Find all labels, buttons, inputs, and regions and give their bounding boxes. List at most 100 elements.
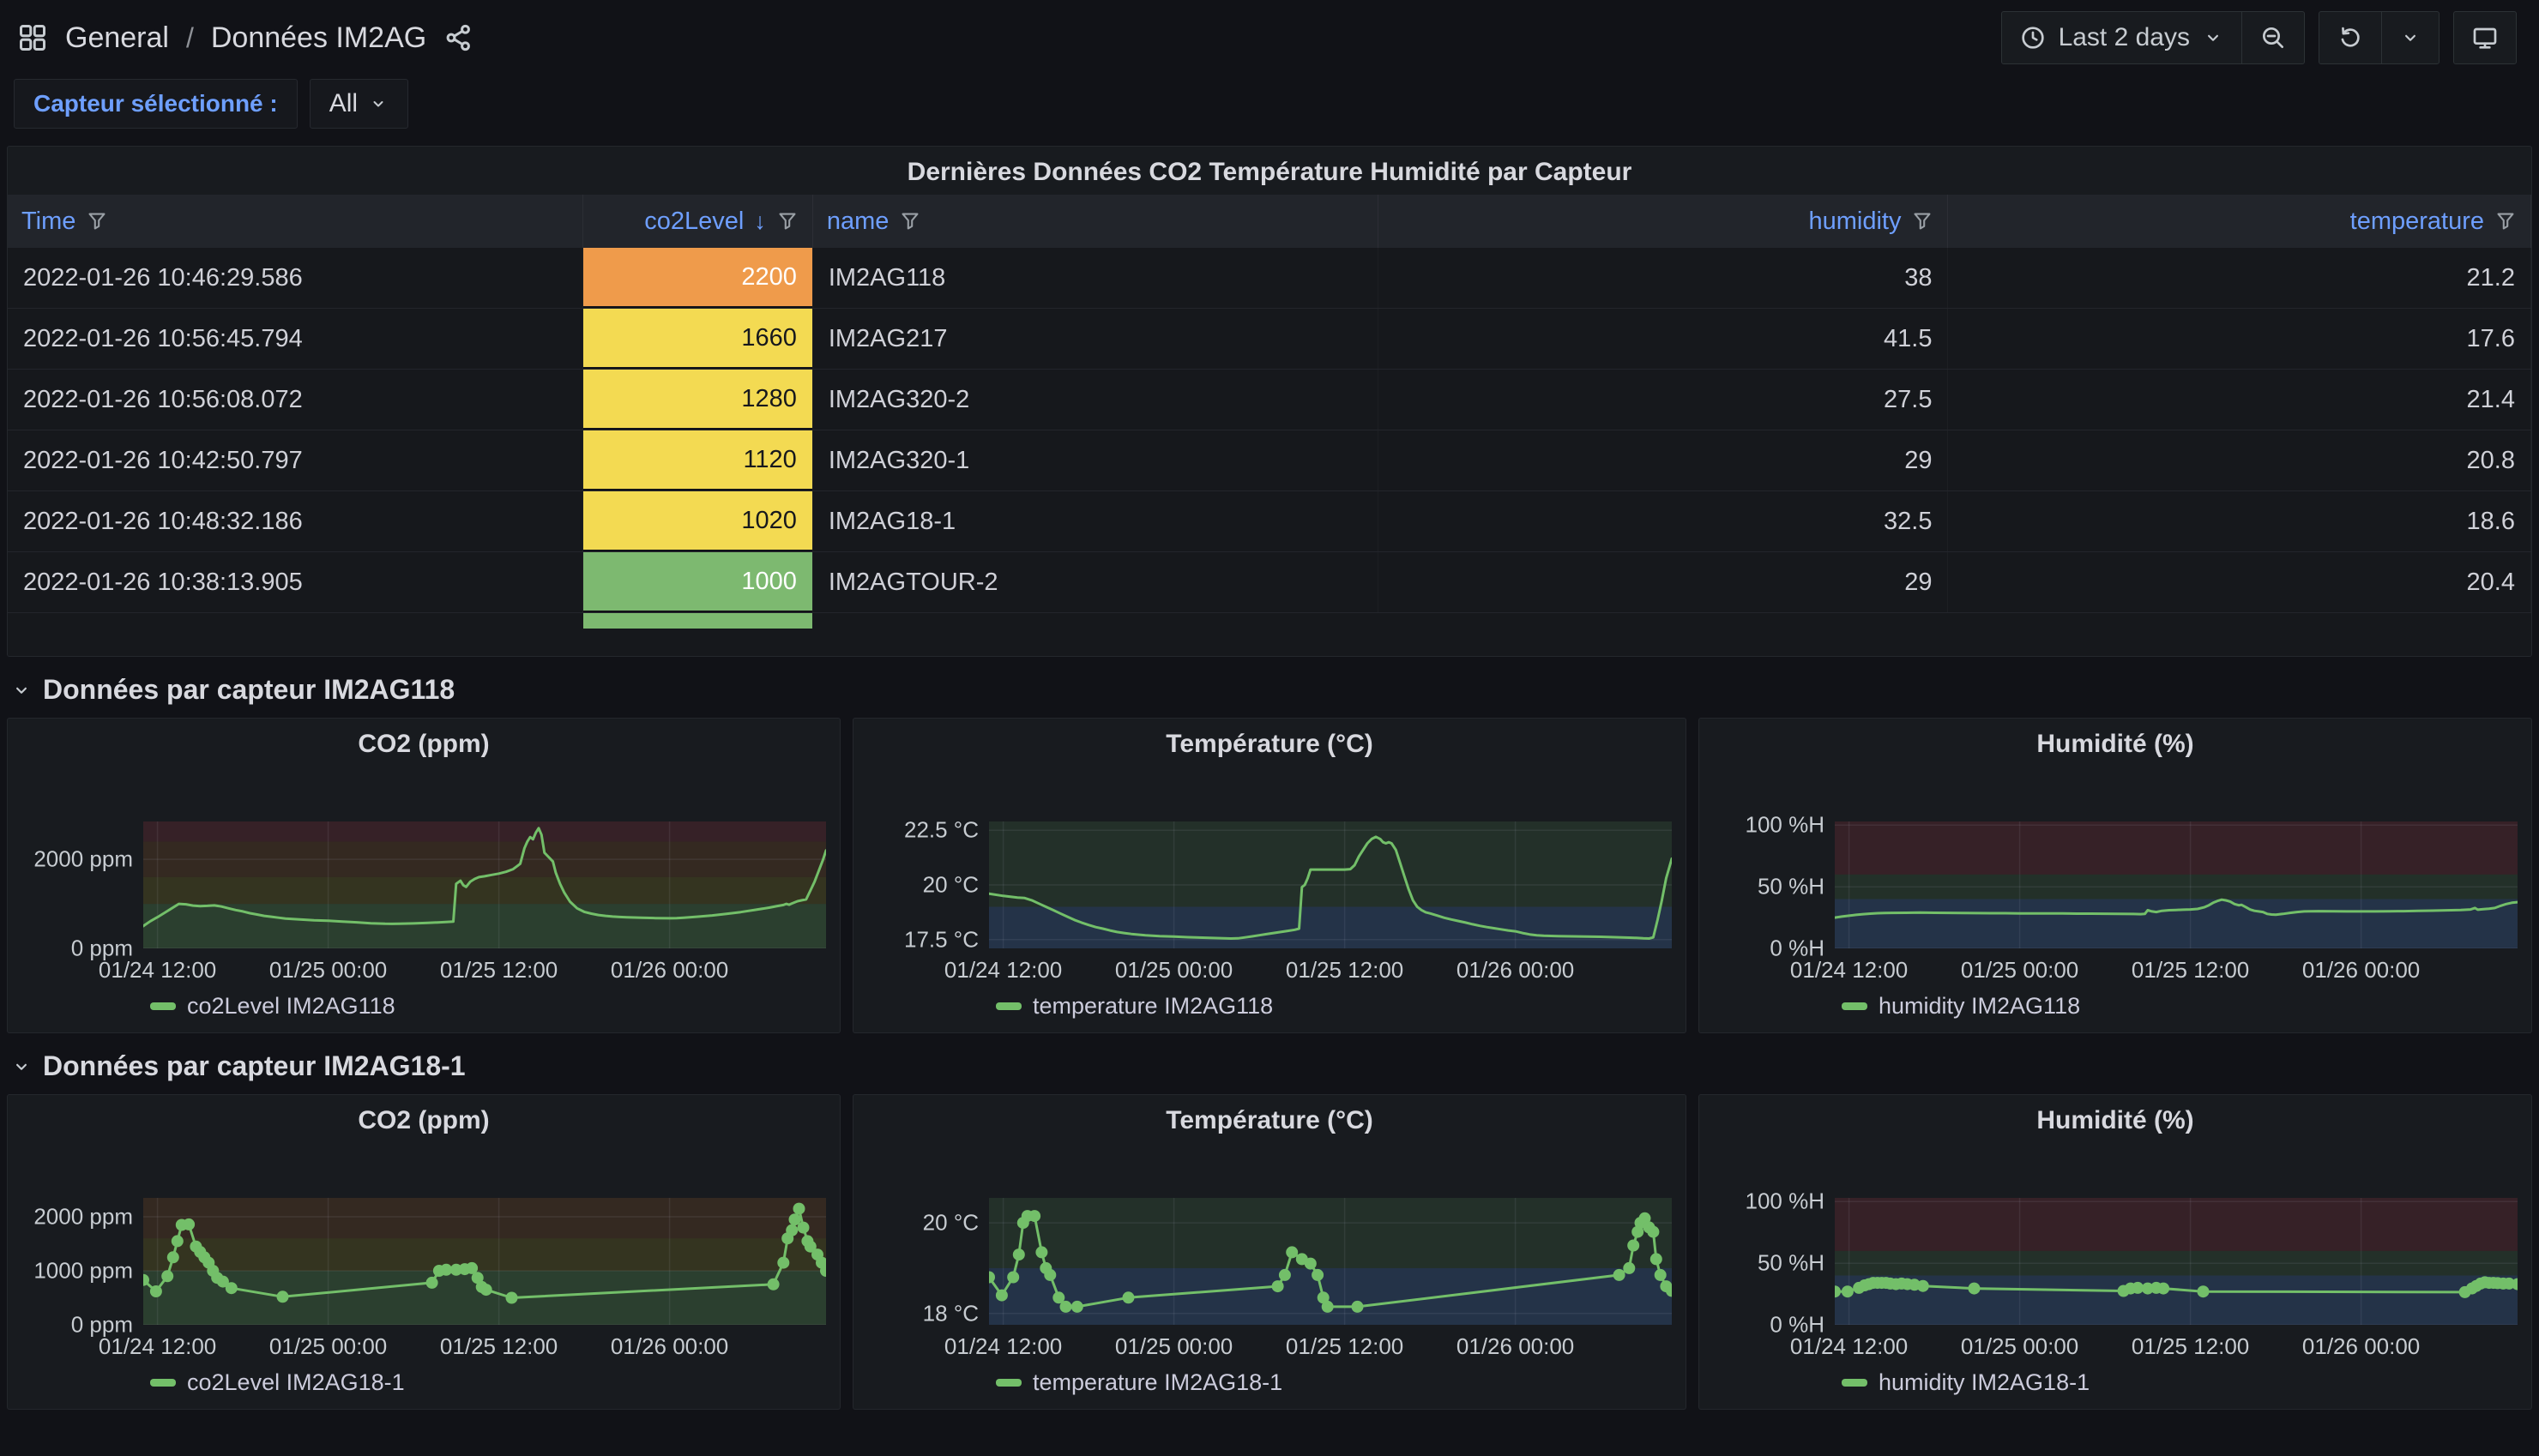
- column-header-co2[interactable]: co2Level↓: [583, 195, 813, 248]
- x-axis-tick: 01/24 12:00: [944, 1333, 1062, 1360]
- plot: [1835, 1198, 2518, 1325]
- panel-co2-im2ag118: CO2 (ppm)0 ppm2000 ppm01/24 12:0001/25 0…: [7, 718, 841, 1033]
- cell-time: 2022-01-26 10:48:32.186: [8, 491, 583, 552]
- legend-series-label: humidity IM2AG118: [1879, 993, 2080, 1020]
- plot: [143, 1198, 826, 1325]
- share-icon[interactable]: [443, 22, 474, 53]
- column-header-name[interactable]: name: [812, 195, 1378, 248]
- plot-canvas[interactable]: [1835, 821, 2518, 948]
- time-range-group: Last 2 days: [2001, 11, 2305, 64]
- co2-table: Timeco2Level↓namehumiditytemperature 202…: [8, 195, 2531, 629]
- column-header-temperature[interactable]: temperature: [1948, 195, 2531, 248]
- cell-time: 2022-01-26 10:46:29.586: [8, 248, 583, 309]
- cell-name: IM2AG320-1: [812, 430, 1378, 491]
- legend-temp-im2ag118[interactable]: temperature IM2AG118: [996, 993, 1679, 1020]
- apps-grid-icon[interactable]: [17, 22, 48, 53]
- chart-area: 0 ppm2000 ppm01/24 12:0001/25 00:0001/25…: [15, 821, 833, 1020]
- column-header-time[interactable]: Time: [8, 195, 583, 248]
- column-header-humidity[interactable]: humidity: [1378, 195, 1948, 248]
- filter-funnel-icon[interactable]: [776, 210, 799, 232]
- cell-name: IM2AG217: [812, 309, 1378, 370]
- refresh-interval-button[interactable]: [2381, 12, 2439, 63]
- x-axis-tick: 01/26 00:00: [2302, 1333, 2420, 1360]
- sensor-filter-select[interactable]: All: [310, 79, 408, 129]
- cell-humidity: 41.5: [1378, 309, 1948, 370]
- chart-title-hum-im2ag118[interactable]: Humidité (%): [1699, 719, 2531, 767]
- legend-hum-im2ag118[interactable]: humidity IM2AG118: [1842, 993, 2524, 1020]
- section-header-im2ag18-1[interactable]: Données par capteur IM2AG18-1: [0, 1033, 2539, 1094]
- chevron-down-icon: [2202, 27, 2224, 49]
- zoom-out-button[interactable]: [2241, 12, 2304, 63]
- x-axis-tick: 01/25 12:00: [1286, 1333, 1403, 1360]
- time-range-button[interactable]: Last 2 days: [2002, 12, 2241, 63]
- y-axis-tick: 50 %H: [1758, 1250, 1824, 1277]
- y-axis-tick: 20 °C: [923, 1210, 979, 1236]
- y-axis-tick: 20 °C: [923, 872, 979, 899]
- legend-series-label: humidity IM2AG18-1: [1879, 1369, 2090, 1396]
- cell-co2level: 1020: [583, 491, 813, 552]
- cell-temperature: 20.8: [1948, 430, 2531, 491]
- y-axis-tick: 18 °C: [923, 1300, 979, 1327]
- cell-co2level: 1660: [583, 309, 813, 370]
- table-row: 2022-01-26 10:48:32.1861020IM2AG18-132.5…: [8, 491, 2531, 552]
- breadcrumb-section[interactable]: General: [65, 21, 169, 55]
- legend-series-swatch: [1842, 1002, 1867, 1010]
- time-range-label: Last 2 days: [2059, 23, 2190, 52]
- y-axis: 0 ppm1000 ppm2000 ppm: [15, 1198, 143, 1325]
- x-axis-tick: 01/25 12:00: [2132, 1333, 2249, 1360]
- filter-funnel-icon[interactable]: [2494, 210, 2517, 232]
- co2-table-wrap: Timeco2Level↓namehumiditytemperature 202…: [8, 195, 2531, 657]
- x-axis-tick: 01/26 00:00: [611, 1333, 728, 1360]
- table-row: 2022-01-26 10:56:08.0721280IM2AG320-227.…: [8, 370, 2531, 430]
- refresh-icon: [2337, 24, 2364, 51]
- charts-row-im2ag18-1: CO2 (ppm) 0 ppm1000 ppm2000 ppm 01/24 12:0…: [7, 1094, 2532, 1410]
- plot-canvas[interactable]: [989, 821, 1672, 948]
- cell-name: IM2AGTOUR-2: [812, 552, 1378, 613]
- refresh-button[interactable]: [2319, 12, 2381, 63]
- legend-series-label: temperature IM2AG18-1: [1033, 1369, 1282, 1396]
- x-axis-tick: 01/26 00:00: [1456, 1333, 1574, 1360]
- cell-humidity: 27.5: [1378, 370, 1948, 430]
- x-axis-tick: 01/25 00:00: [269, 1333, 387, 1360]
- kiosk-group: [2453, 11, 2517, 64]
- cell-temperature: 21.2: [1948, 248, 2531, 309]
- plot-canvas[interactable]: [143, 1198, 826, 1325]
- filter-funnel-icon[interactable]: [86, 210, 108, 232]
- legend-temp-im2ag18-1[interactable]: temperature IM2AG18-1: [996, 1369, 1679, 1396]
- filter-funnel-icon[interactable]: [899, 210, 921, 232]
- y-axis: 0 ppm2000 ppm: [15, 821, 143, 948]
- cell-temperature: 20.4: [1948, 552, 2531, 613]
- zoom-out-icon: [2259, 24, 2287, 51]
- legend-hum-im2ag18-1[interactable]: humidity IM2AG18-1: [1842, 1369, 2524, 1396]
- legend-co2-im2ag118[interactable]: co2Level IM2AG118: [150, 993, 833, 1020]
- legend-series-swatch: [996, 1379, 1022, 1387]
- sensor-filter-value: All: [329, 89, 358, 118]
- x-axis-tick: 01/25 00:00: [1961, 957, 2078, 984]
- chart-title-hum-im2ag18-1[interactable]: Humidité (%): [1699, 1095, 2531, 1143]
- kiosk-mode-button[interactable]: [2454, 12, 2516, 63]
- panel-temp-im2ag118: Température (°C)17.5 °C20 °C22.5 °C01/24…: [853, 718, 1686, 1033]
- chart-title-temp-im2ag18-1[interactable]: Température (°C): [853, 1095, 1686, 1143]
- panel-temp-im2ag18-1: Température (°C) 18 °C 20 °C 01/24 12:00 01/…: [853, 1094, 1686, 1410]
- chart-area: 18 °C20 °C01/24 12:0001/25 00:0001/25 12…: [860, 1198, 1679, 1396]
- plot-canvas[interactable]: [989, 1198, 1672, 1325]
- chart-title-co2-im2ag118[interactable]: CO2 (ppm): [8, 719, 840, 767]
- section-header-im2ag118[interactable]: Données par capteur IM2AG118: [0, 657, 2539, 718]
- legend-co2-im2ag18-1[interactable]: co2Level IM2AG18-1: [150, 1369, 833, 1396]
- breadcrumb-page[interactable]: Données IM2AG: [211, 21, 426, 55]
- plot-canvas[interactable]: [143, 821, 826, 948]
- chart-title-co2-im2ag18-1[interactable]: CO2 (ppm): [8, 1095, 840, 1143]
- table-panel-title[interactable]: Dernières Données CO2 Température Humidi…: [8, 147, 2531, 195]
- cell-co2level: 1280: [583, 370, 813, 430]
- x-axis-tick: 01/24 12:00: [99, 957, 216, 984]
- breadcrumb-separator: /: [186, 22, 194, 54]
- plot-canvas[interactable]: [1835, 1198, 2518, 1325]
- x-axis-tick: 01/25 00:00: [1961, 1333, 2078, 1360]
- y-axis: 17.5 °C20 °C22.5 °C: [860, 821, 989, 948]
- table-row: 2022-01-26 10:38:13.9051000IM2AGTOUR-229…: [8, 552, 2531, 613]
- top-navbar: General / Données IM2AG Last 2 days: [0, 0, 2539, 75]
- filter-funnel-icon[interactable]: [1911, 210, 1933, 232]
- table-body: 2022-01-26 10:46:29.5862200IM2AG1183821.…: [8, 248, 2531, 629]
- x-axis-tick: 01/25 12:00: [2132, 957, 2249, 984]
- chart-title-temp-im2ag118[interactable]: Température (°C): [853, 719, 1686, 767]
